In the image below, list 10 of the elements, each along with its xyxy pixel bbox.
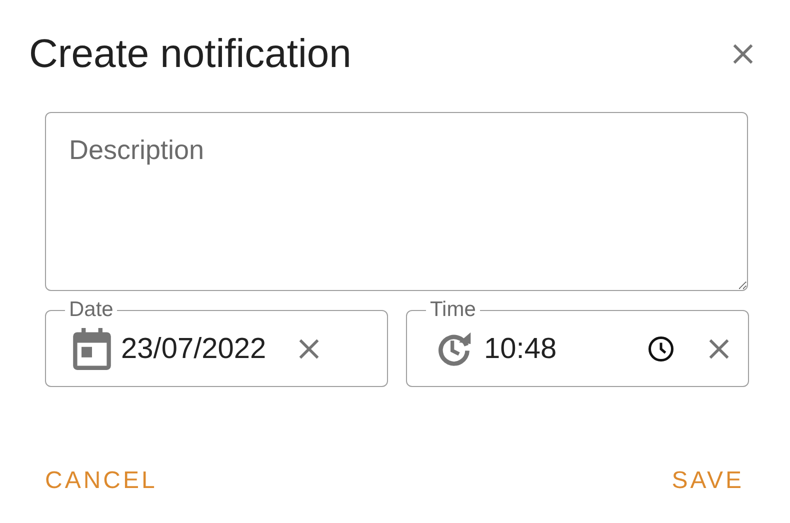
field-label: Date [68,299,114,321]
clock-icon[interactable] [646,334,676,364]
calendar-icon [73,328,111,370]
date-value: 23/07/2022 [121,332,266,366]
field-label: Time [429,299,477,321]
description-field[interactable]: Description [45,112,748,291]
dialog-title: Create notification [29,32,352,76]
time-value: 10:48 [484,332,557,366]
date-field[interactable]: Date 23/07/2022 [45,299,388,387]
time-field[interactable]: Time 10:48 [406,299,749,387]
